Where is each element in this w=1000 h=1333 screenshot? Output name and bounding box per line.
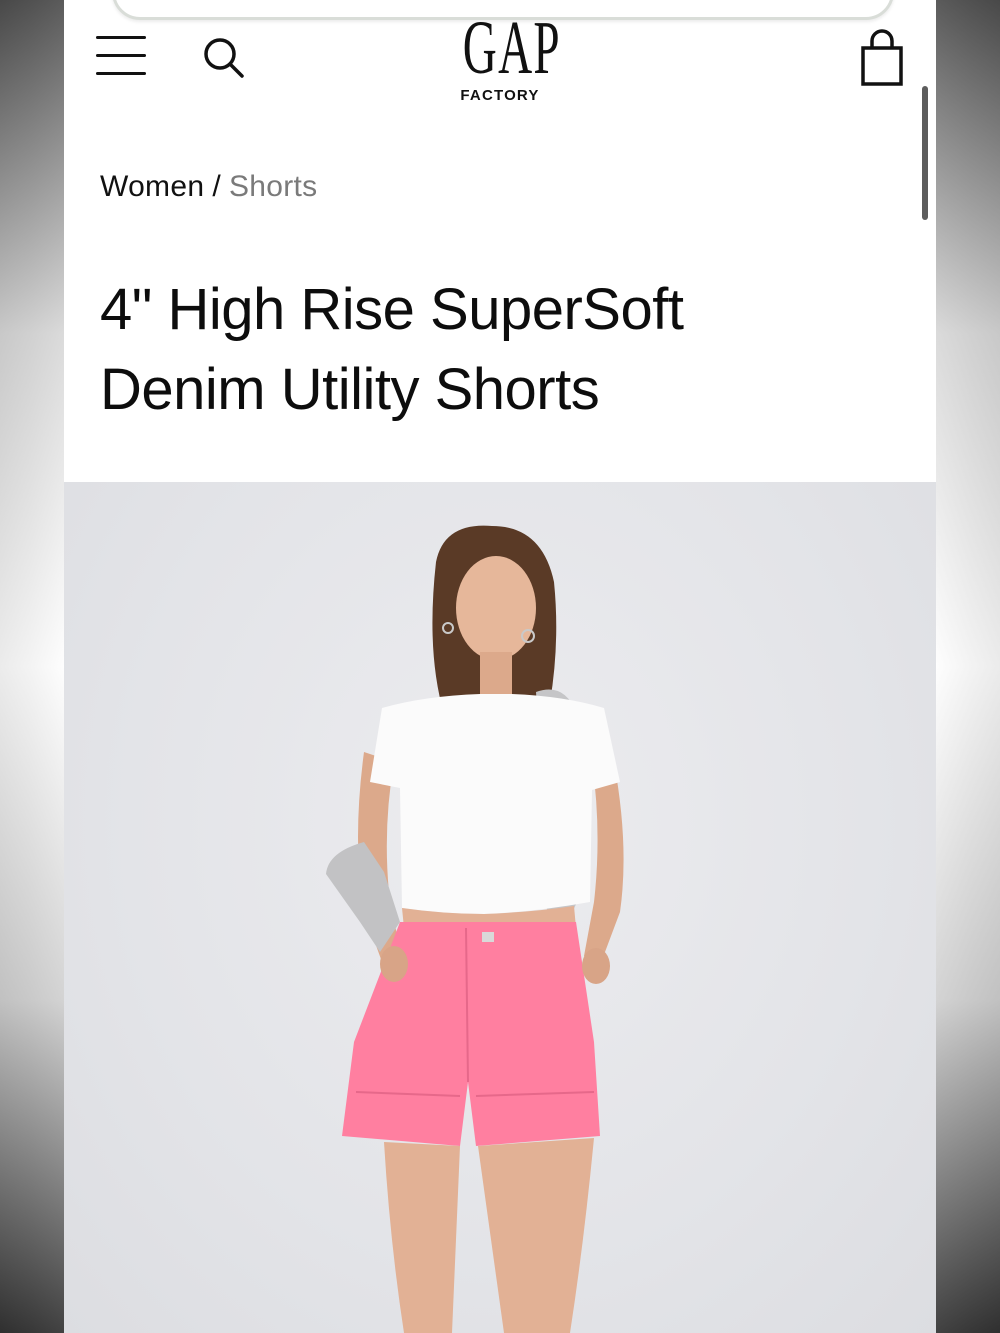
product-title: 4" High Rise SuperSoft Denim Utility Sho… [100,270,860,430]
breadcrumb-women-link[interactable]: Women [100,170,204,203]
gap-factory-logo[interactable]: GAP FACTORY [440,6,561,108]
product-title-line2: Denim Utility Shorts [100,357,600,422]
right-backdrop [936,0,1000,1333]
search-icon[interactable] [202,36,246,80]
breadcrumb-separator: / [212,170,221,203]
product-title-line1: 4" High Rise SuperSoft [100,277,684,342]
left-backdrop [0,0,64,1333]
site-header: GAP FACTORY [64,0,936,130]
mobile-page: GAP FACTORY Women / Shorts 4" High Rise Su… [64,0,936,1333]
hamburger-menu-icon[interactable] [96,36,146,76]
shopping-bag-icon[interactable] [860,28,904,88]
breadcrumb: Women / Shorts [100,170,317,204]
logo-gap-text: GAP [462,6,561,90]
page-scrollbar[interactable] [922,86,928,220]
breadcrumb-shorts-current: Shorts [228,170,318,203]
product-photo[interactable] [64,482,936,1333]
